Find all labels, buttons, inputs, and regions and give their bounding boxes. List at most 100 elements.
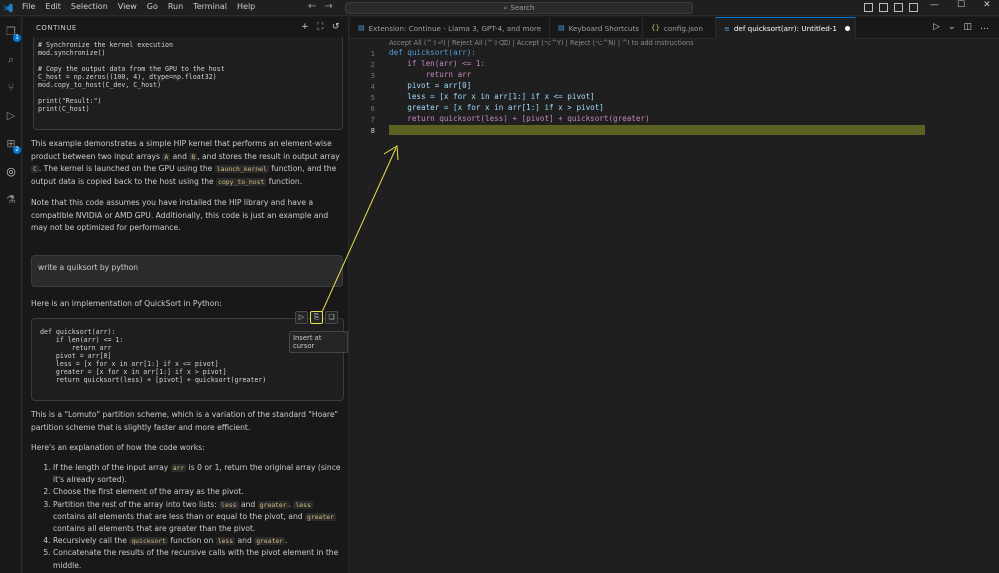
code-line[interactable]: if len(arr) <= 1:: [389, 59, 485, 68]
run-file-icon[interactable]: ▷: [933, 22, 940, 32]
menu-terminal[interactable]: Terminal: [193, 2, 227, 11]
json-file-icon: {}: [651, 24, 660, 32]
menu-view[interactable]: View: [118, 2, 137, 11]
run-debug-icon[interactable]: ▷: [4, 109, 18, 123]
text: and: [235, 536, 255, 546]
minimize-icon[interactable]: —: [930, 0, 939, 10]
command-center-search[interactable]: ⌕ Search: [345, 2, 693, 14]
text: Recursively call the: [53, 536, 130, 546]
explanation-steps: If the length of the input array arr is …: [39, 462, 344, 572]
current-line-highlight: [389, 125, 925, 135]
continue-icon[interactable]: ◎: [4, 165, 18, 179]
tab-label: Extension: Continue - Llama 3, GPT-4, an…: [368, 23, 542, 33]
list-item: Concatenate the results of the recursive…: [53, 547, 344, 571]
line-number: 2: [370, 60, 375, 69]
code-line[interactable]: return quicksort(less) + [pivot] + quick…: [389, 114, 649, 123]
fullscreen-icon[interactable]: ⛶: [317, 22, 324, 32]
text: function.: [266, 176, 303, 186]
extensions-icon[interactable]: ⊞ 2: [4, 137, 21, 154]
text: If the length of the input array: [53, 463, 171, 472]
extension-icon: ▤: [358, 24, 365, 32]
user-prompt-message[interactable]: write a quiksort by python: [31, 255, 343, 287]
copy-code-icon[interactable]: ❏: [325, 311, 338, 324]
menu-file[interactable]: File: [22, 2, 35, 11]
sidebar-header: CONTINUE + ⛶ ↺: [23, 17, 348, 39]
menu-go[interactable]: Go: [147, 2, 158, 11]
inline-code: greater: [254, 537, 286, 546]
explanation-intro: Here's an explanation of how the code wo…: [31, 443, 205, 452]
text: , and stores the result in output array: [197, 151, 340, 161]
line-number: 4: [370, 82, 375, 91]
inline-code: less: [293, 500, 313, 509]
diff-actions-hint[interactable]: Accept All (^⇧⏎) | Reject All (^⇧⌫) | Ac…: [389, 39, 694, 47]
sidebar-title: CONTINUE: [36, 24, 77, 32]
text: and: [238, 499, 258, 509]
source-control-icon[interactable]: ⑂: [4, 81, 18, 95]
previous-code-block: # Synchronize the kernel execution mod.s…: [33, 37, 343, 130]
customize-layout-icon[interactable]: [909, 3, 918, 12]
tab-untitled-quicksort[interactable]: ≡ def quicksort(arr): Untitled-1: [716, 17, 856, 39]
code-line[interactable]: pivot = arr[0]: [389, 81, 471, 90]
history-icon[interactable]: ↺: [332, 22, 340, 32]
code-line[interactable]: less = [x for x in arr[1:] if x <= pivot…: [389, 92, 594, 101]
explorer-icon[interactable]: ❐ 1: [4, 25, 21, 42]
explorer-badge: 1: [13, 34, 21, 42]
toggle-panel-icon[interactable]: [879, 3, 888, 12]
close-window-icon[interactable]: ✕: [983, 0, 991, 10]
text: and: [170, 151, 190, 161]
line-number: 7: [370, 115, 375, 124]
insert-at-cursor-tooltip: Insert at cursor: [289, 331, 348, 353]
menu-help[interactable]: Help: [237, 2, 255, 11]
line-number: 6: [370, 104, 375, 113]
code-line[interactable]: def quicksort(arr):: [389, 48, 476, 57]
code-editor[interactable]: Accept All (^⇧⏎) | Reject All (^⇧⌫) | Ac…: [350, 39, 999, 573]
inline-code: less: [215, 537, 236, 546]
insert-at-cursor-icon[interactable]: ⎘: [310, 311, 323, 324]
inline-code: less: [219, 500, 239, 509]
text: function on: [167, 536, 216, 546]
lomuto-paragraph: This is a "Lomuto" partition scheme, whi…: [31, 410, 339, 432]
tab-extension-continue[interactable]: ▤ Extension: Continue - Llama 3, GPT-4, a…: [350, 17, 550, 39]
list-item: Recursively call the quicksort function …: [53, 535, 344, 547]
menu-edit[interactable]: Edit: [45, 2, 61, 11]
toggle-primary-sidebar-icon[interactable]: [864, 3, 873, 12]
list-item: Partition the rest of the array into two…: [53, 499, 344, 536]
back-arrow-icon[interactable]: ←: [308, 1, 316, 12]
toggle-secondary-sidebar-icon[interactable]: [894, 3, 903, 12]
inline-code: arr: [170, 464, 187, 472]
activity-bar: ❐ 1 ⌕ ⑂ ▷ ⊞ 2 ◎ ⚗: [0, 17, 22, 573]
hip-explanation-paragraph: This example demonstrates a simple HIP k…: [31, 138, 341, 188]
menu-selection[interactable]: Selection: [71, 2, 108, 11]
inline-code: greater: [305, 512, 336, 521]
testing-icon[interactable]: ⚗: [4, 193, 18, 207]
more-actions-icon[interactable]: …: [980, 22, 989, 32]
unsaved-dot-icon[interactable]: [844, 26, 850, 31]
list-item: If the length of the input array arr is …: [53, 462, 344, 486]
line-number: 3: [370, 71, 375, 80]
code-line[interactable]: greater = [x for x in arr[1:] if x > piv…: [389, 103, 604, 112]
tab-label: Keyboard Shortcuts: [568, 23, 640, 33]
tab-keyboard-shortcuts[interactable]: ▤ Keyboard Shortcuts: [550, 17, 643, 39]
line-number: 5: [370, 93, 375, 102]
list-item: Choose the first element of the array as…: [53, 486, 344, 498]
maximize-icon[interactable]: ☐: [957, 0, 965, 10]
inline-code: C: [31, 165, 39, 173]
keyboard-icon: ▤: [558, 24, 565, 32]
menu-run[interactable]: Run: [168, 2, 183, 11]
new-session-icon[interactable]: +: [301, 22, 309, 32]
code-block-actions: ▷ ⎘ ❏: [295, 311, 338, 324]
split-editor-icon[interactable]: ◫: [963, 22, 972, 32]
file-icon: ≡: [724, 24, 730, 33]
run-code-icon[interactable]: ▷: [295, 311, 308, 324]
note-paragraph: Note that this code assumes you have ins…: [31, 198, 329, 232]
search-view-icon[interactable]: ⌕: [4, 53, 18, 67]
tab-config-json[interactable]: {} config.json: [643, 17, 716, 39]
code-line[interactable]: return arr: [389, 70, 472, 79]
text: Partition the rest of the array into two…: [53, 499, 220, 509]
text: . The kernel is launched on the GPU usin…: [38, 164, 215, 173]
continue-sidebar: CONTINUE + ⛶ ↺ # Synchronize the kernel …: [23, 17, 349, 573]
forward-arrow-icon[interactable]: →: [324, 1, 332, 12]
search-icon: ⌕: [503, 3, 508, 12]
tab-label: def quicksort(arr): Untitled-1: [733, 24, 837, 33]
run-dropdown-chevron-icon[interactable]: ⌄: [948, 22, 956, 32]
